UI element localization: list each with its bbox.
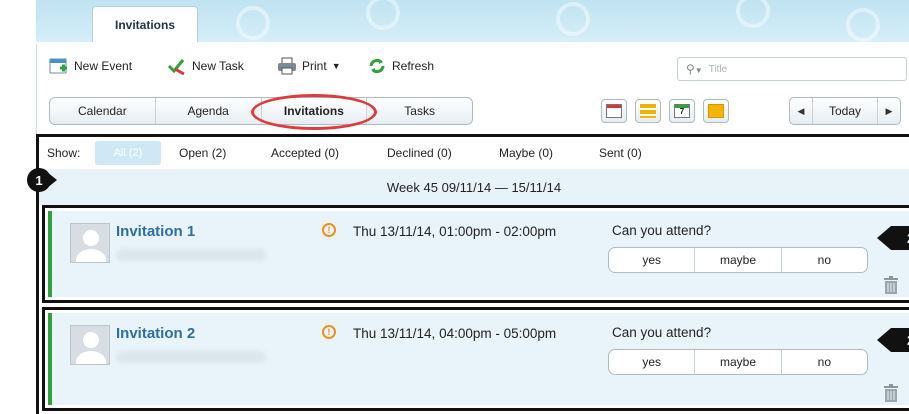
- refresh-icon: [367, 57, 387, 75]
- new-event-button[interactable]: New Event: [49, 57, 132, 75]
- tab-invitations-view[interactable]: Invitations: [262, 98, 368, 124]
- blurred-organizer: [116, 249, 266, 261]
- day-view-button[interactable]: [601, 99, 627, 123]
- print-label: Print: [302, 59, 327, 73]
- day-view-icon: [606, 104, 622, 118]
- refresh-button[interactable]: Refresh: [367, 57, 434, 75]
- rsvp-maybe-button[interactable]: maybe: [695, 248, 782, 272]
- week-header: Week 45 09/11/14 — 15/11/14: [39, 169, 909, 205]
- invitation-card-body: Invitation 1 ! Thu 13/11/14, 01:00pm - 0…: [48, 211, 909, 297]
- blurred-organizer: [116, 351, 266, 363]
- view-segmented-control: Calendar Agenda Invitations Tasks: [49, 97, 473, 125]
- rsvp-button-group: yes maybe no: [608, 349, 868, 375]
- new-task-label: New Task: [192, 59, 244, 73]
- tab-agenda[interactable]: Agenda: [156, 98, 262, 124]
- view-switcher-bar: Calendar Agenda Invitations Tasks 7 ◀ To…: [36, 92, 909, 134]
- next-arrow-icon[interactable]: ▶: [878, 98, 900, 124]
- banner-flower-decoration: [366, 0, 400, 30]
- week-view-button[interactable]: [635, 99, 661, 123]
- search-input[interactable]: ⚲▼ Title: [677, 57, 907, 81]
- banner-flower-decoration: [236, 6, 270, 40]
- print-button[interactable]: Print ▼: [277, 57, 341, 75]
- callout-badge-2: 2: [877, 222, 909, 254]
- filter-maybe[interactable]: Maybe (0): [499, 146, 553, 160]
- rsvp-yes-button[interactable]: yes: [609, 248, 696, 272]
- avatar: [70, 223, 110, 263]
- rsvp-no-button[interactable]: no: [782, 350, 867, 374]
- toolbar: New Event New Task Print ▼ Refresh ⚲▼ Ti…: [36, 44, 909, 92]
- invitation-title[interactable]: Invitation 2: [116, 325, 195, 342]
- pending-clock-icon: !: [322, 223, 336, 237]
- attend-question: Can you attend?: [612, 325, 712, 340]
- search-placeholder: Title: [708, 63, 728, 75]
- year-view-icon: [708, 104, 724, 118]
- header-banner: Invitations: [36, 0, 909, 42]
- tab-invitations[interactable]: Invitations: [92, 6, 198, 42]
- pending-clock-icon: !: [322, 325, 336, 339]
- invitation-title[interactable]: Invitation 1: [116, 223, 195, 240]
- printer-icon: [277, 57, 297, 75]
- rsvp-no-button[interactable]: no: [782, 248, 867, 272]
- filter-declined[interactable]: Declined (0): [387, 146, 452, 160]
- show-label: Show:: [47, 146, 81, 160]
- banner-flower-decoration: [556, 2, 590, 36]
- previous-arrow-icon[interactable]: ◀: [790, 98, 812, 124]
- filter-accepted[interactable]: Accepted (0): [271, 146, 339, 160]
- month-view-icon: 7: [674, 104, 690, 118]
- month-view-button[interactable]: 7: [669, 99, 695, 123]
- new-event-label: New Event: [74, 59, 133, 73]
- trash-icon[interactable]: [883, 276, 899, 294]
- callout-badge-1: 1: [27, 168, 57, 192]
- callout-badge-2: 2: [877, 324, 909, 356]
- filter-all[interactable]: All (2): [95, 141, 161, 165]
- new-task-icon: [167, 57, 187, 76]
- tab-tasks[interactable]: Tasks: [367, 98, 472, 124]
- trash-icon[interactable]: [883, 384, 899, 402]
- rsvp-button-group: yes maybe no: [608, 247, 868, 273]
- year-view-button[interactable]: [703, 99, 729, 123]
- invitation-card[interactable]: Invitation 1 ! Thu 13/11/14, 01:00pm - 0…: [42, 205, 909, 303]
- banner-flower-decoration: [846, 8, 880, 42]
- filter-open[interactable]: Open (2): [179, 146, 226, 160]
- invitation-time: Thu 13/11/14, 01:00pm - 02:00pm: [353, 224, 557, 239]
- invitation-card-body: Invitation 2 ! Thu 13/11/14, 04:00pm - 0…: [48, 313, 909, 405]
- filter-sent[interactable]: Sent (0): [599, 146, 642, 160]
- avatar: [70, 325, 110, 365]
- today-button[interactable]: Today: [812, 98, 878, 124]
- caret-down-icon: ▼: [331, 61, 341, 71]
- invitation-time: Thu 13/11/14, 04:00pm - 05:00pm: [353, 326, 557, 341]
- new-task-button[interactable]: New Task: [167, 57, 244, 76]
- date-navigation: ◀ Today ▶: [789, 97, 901, 125]
- rsvp-maybe-button[interactable]: maybe: [695, 350, 782, 374]
- filter-bar: Show: All (2) Open (2) Accepted (0) Decl…: [39, 137, 909, 169]
- week-view-icon: [640, 104, 656, 118]
- search-icon[interactable]: ⚲▼: [686, 62, 703, 76]
- refresh-label: Refresh: [392, 59, 435, 73]
- rsvp-yes-button[interactable]: yes: [609, 350, 696, 374]
- new-event-icon: [49, 57, 69, 75]
- tab-calendar[interactable]: Calendar: [50, 98, 156, 124]
- banner-flower-decoration: [736, 0, 770, 28]
- attend-question: Can you attend?: [612, 223, 712, 238]
- invitation-card[interactable]: Invitation 2 ! Thu 13/11/14, 04:00pm - 0…: [42, 307, 909, 411]
